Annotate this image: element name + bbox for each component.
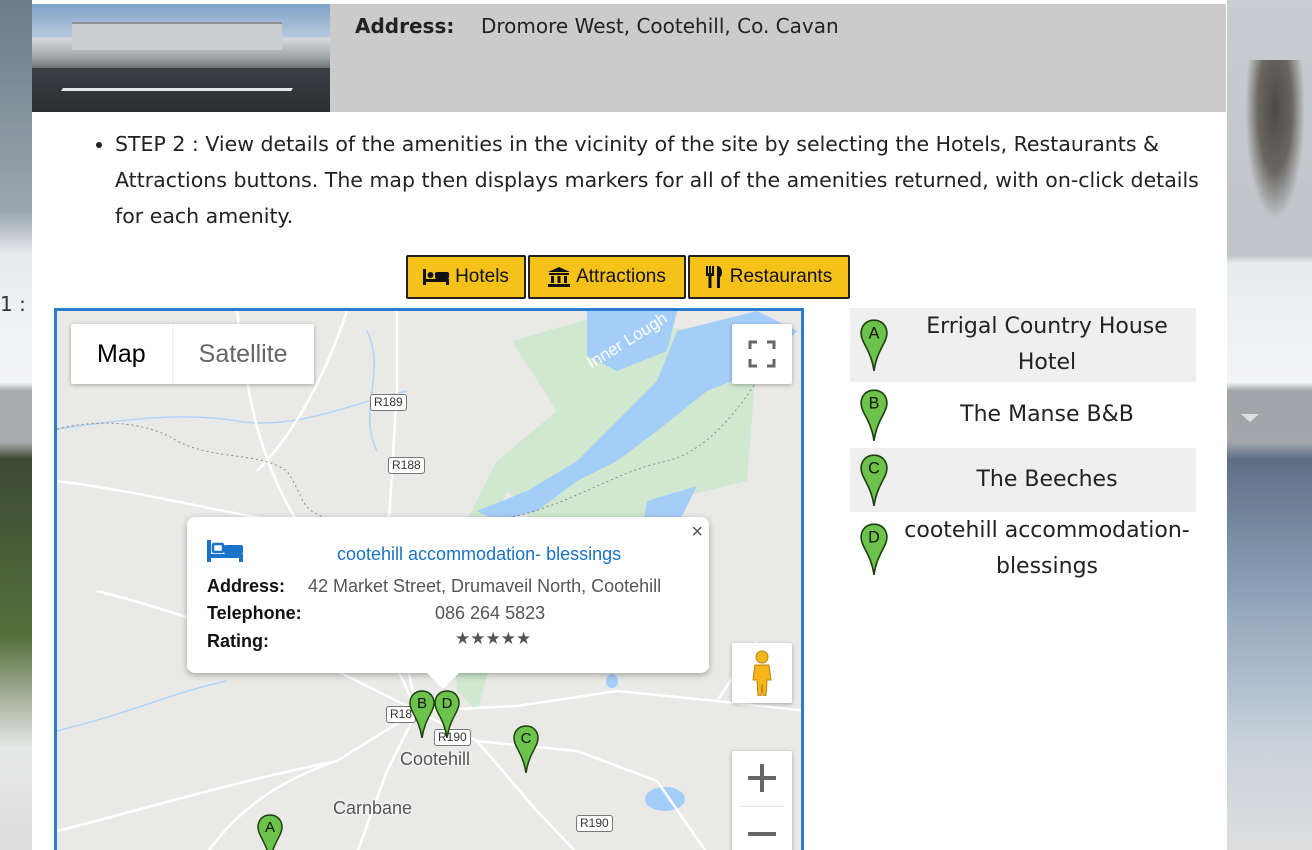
dropdown-caret-icon xyxy=(1241,414,1259,422)
attractions-button[interactable]: Attractions xyxy=(528,255,686,299)
bed-icon xyxy=(207,540,243,562)
amenity-name: Errigal Country House Hotel xyxy=(926,314,1168,375)
info-address-label: Address: xyxy=(207,576,286,596)
info-telephone-label: Telephone: xyxy=(207,603,302,623)
marker-b-icon: B xyxy=(860,389,888,441)
amenity-buttons: Hotels Attractions Restaurants xyxy=(406,255,850,299)
site-summary-card: Address: Dromore West, Cootehill, Co. Ca… xyxy=(32,4,1226,112)
map-marker-b[interactable]: B xyxy=(409,690,435,738)
map-type-satellite-button[interactable]: Satellite xyxy=(171,324,314,384)
map-marker-a-letter: A xyxy=(265,819,275,836)
list-item[interactable]: A Errigal Country House Hotel xyxy=(850,308,1196,382)
marker-d-icon: D xyxy=(860,523,888,575)
landmark-icon xyxy=(548,267,571,287)
marker-b-letter: B xyxy=(869,395,880,413)
marker-info-window: × cootehill accommodation- blessings Add… xyxy=(187,517,709,689)
info-rating-label: Rating: xyxy=(207,631,269,651)
marker-a-letter: A xyxy=(869,325,880,343)
background-photo xyxy=(1245,60,1305,220)
bed-icon xyxy=(423,269,450,285)
amenity-name: The Manse B&B xyxy=(960,402,1134,427)
amenity-name: The Beeches xyxy=(976,467,1118,492)
map-marker-a[interactable]: A xyxy=(257,814,283,850)
site-details-modal: Address: Dromore West, Cootehill, Co. Ca… xyxy=(32,0,1227,850)
map-type-control: Map Satellite xyxy=(71,324,314,384)
minus-icon xyxy=(748,831,776,836)
hotels-button[interactable]: Hotels xyxy=(406,255,526,299)
background-text-fragment: 1 : xyxy=(0,292,26,316)
map-type-map-button[interactable]: Map xyxy=(71,324,172,384)
restaurants-button[interactable]: Restaurants xyxy=(688,255,850,299)
map-marker-d-letter: D xyxy=(442,695,453,712)
info-telephone-value: 086 264 5823 xyxy=(435,603,546,623)
background-page-left xyxy=(0,0,32,850)
list-item[interactable]: B The Manse B&B xyxy=(850,382,1196,448)
road-label: R190 xyxy=(576,815,613,832)
amenity-name: cootehill accommodation- blessings xyxy=(904,518,1190,579)
marker-c-icon: C xyxy=(860,454,888,506)
site-photo xyxy=(32,4,330,112)
map-marker-c[interactable]: C xyxy=(513,725,539,773)
list-item[interactable]: C The Beeches xyxy=(850,448,1196,512)
fullscreen-button[interactable] xyxy=(732,324,792,384)
zoom-out-button[interactable] xyxy=(732,806,792,850)
instruction-list: STEP 2 : View details of the amenities i… xyxy=(92,126,1225,234)
amenity-list: A Errigal Country House Hotel B The Mans… xyxy=(850,308,1196,586)
map-marker-d[interactable]: D xyxy=(434,690,460,738)
info-address-value: 42 Market Street, Drumaveil North, Coote… xyxy=(308,576,662,596)
list-item[interactable]: D cootehill accommodation- blessings xyxy=(850,512,1196,586)
restaurants-button-label: Restaurants xyxy=(729,266,833,287)
fullscreen-icon xyxy=(748,340,776,368)
place-label-carnbane: Carnbane xyxy=(333,798,413,818)
road-label: R188 xyxy=(388,457,425,474)
street-view-button[interactable] xyxy=(732,643,792,703)
amenities-map[interactable]: R189 R188 R18 R190 R190 Cootehill Carnba… xyxy=(54,308,804,850)
address-label: Address: xyxy=(355,14,455,38)
info-rating-stars: ★★★★★ xyxy=(455,629,532,648)
zoom-control xyxy=(732,751,792,850)
info-close-button[interactable]: × xyxy=(691,521,703,544)
background-page-right xyxy=(1227,0,1312,850)
marker-c-letter: C xyxy=(868,460,880,478)
address-value: Dromore West, Cootehill, Co. Cavan xyxy=(481,14,839,38)
road-label: R189 xyxy=(370,394,407,411)
utensils-icon xyxy=(705,266,722,288)
map-marker-b-letter: B xyxy=(417,695,427,712)
step-2-instruction: STEP 2 : View details of the amenities i… xyxy=(115,126,1225,234)
info-amenity-name[interactable]: cootehill accommodation- blessings xyxy=(337,544,621,565)
attractions-button-label: Attractions xyxy=(576,266,666,287)
map-marker-c-letter: C xyxy=(521,730,532,747)
marker-a-icon: A xyxy=(860,319,888,371)
place-label-cootehill: Cootehill xyxy=(400,749,471,769)
hotels-button-label: Hotels xyxy=(455,266,509,287)
zoom-in-button[interactable] xyxy=(732,751,792,806)
pegman-icon xyxy=(752,650,772,696)
plus-icon xyxy=(748,764,776,793)
marker-d-letter: D xyxy=(868,529,880,547)
